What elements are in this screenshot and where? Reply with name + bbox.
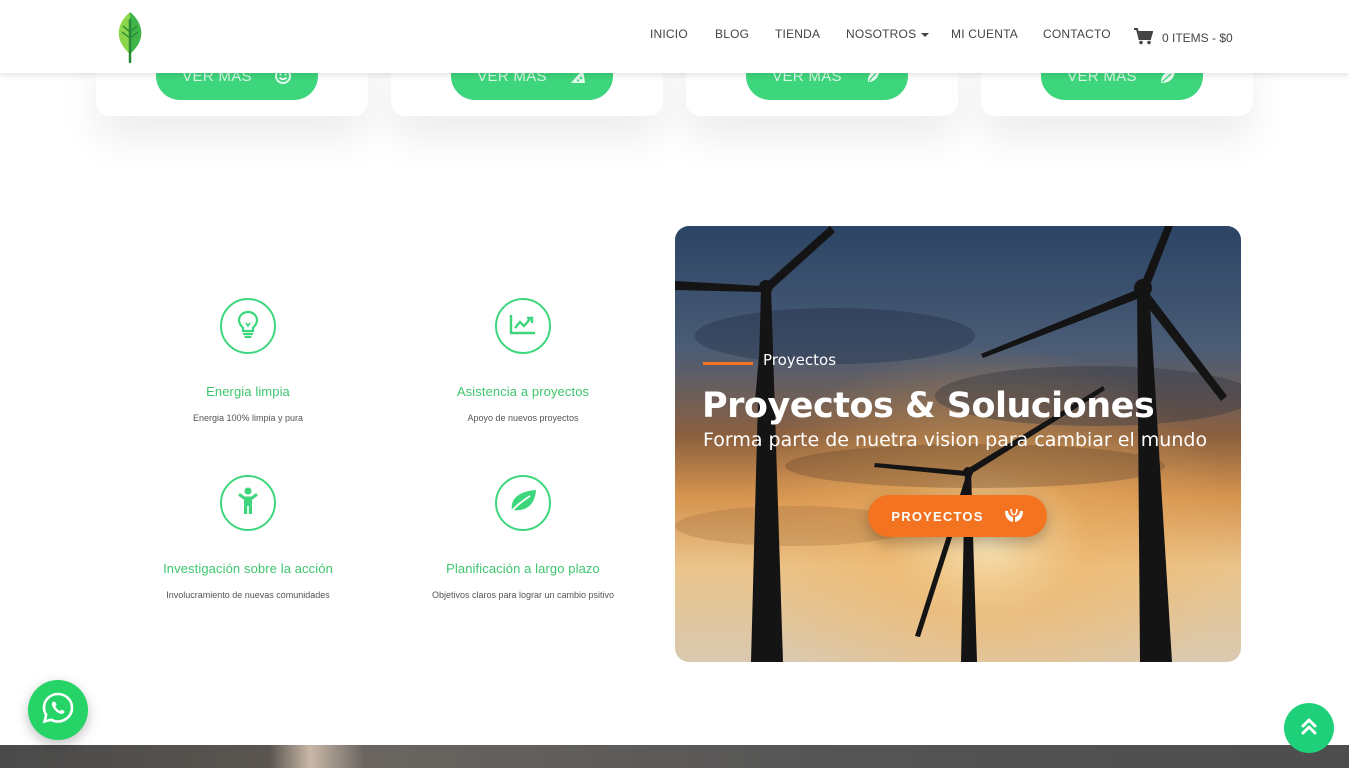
lightbulb-icon xyxy=(236,310,260,343)
nav-tienda[interactable]: TIENDA xyxy=(775,27,820,41)
leaf-icon xyxy=(508,488,538,519)
chart-line-icon xyxy=(509,313,537,340)
nav-nosotros[interactable]: NOSOTROS xyxy=(846,27,930,41)
cart-link[interactable]: 0 ITEMS - $0 xyxy=(1134,28,1233,48)
feature-item: Energia limpia Energia 100% limpia y pur… xyxy=(108,298,388,423)
site-header: INICIO BLOG TIENDA NOSOTROS MI CUENTA CO… xyxy=(0,0,1349,73)
feature-item: Asistencia a proyectos Apoyo de nuevos p… xyxy=(383,298,663,423)
eyebrow-divider xyxy=(703,362,753,365)
whatsapp-button[interactable] xyxy=(28,680,88,740)
feature-description: Objetivos claros para lograr un cambio p… xyxy=(431,590,615,600)
feature-description: Involucramiento de nuevas comunidades xyxy=(166,590,330,600)
feature-icon-circle xyxy=(495,298,551,354)
hero-subtitle: Forma parte de nuetra vision para cambia… xyxy=(703,429,1208,451)
hero-title: Proyectos & Soluciones xyxy=(702,386,1155,426)
feature-description: Energia 100% limpia y pura xyxy=(192,413,304,423)
scroll-to-top-button[interactable] xyxy=(1284,703,1334,753)
feature-description: Apoyo de nuevos proyectos xyxy=(467,413,579,423)
whatsapp-icon xyxy=(40,690,76,731)
nav-mi-cuenta[interactable]: MI CUENTA xyxy=(951,27,1018,41)
feature-icon-circle xyxy=(220,475,276,531)
caret-down-icon xyxy=(921,32,930,37)
double-chevron-up-icon xyxy=(1300,716,1318,741)
feature-title: Energia limpia xyxy=(206,384,290,399)
cart-summary: 0 ITEMS - $0 xyxy=(1162,31,1233,45)
hands-icon xyxy=(1004,507,1024,526)
cart-icon xyxy=(1134,28,1154,48)
feature-icon-circle xyxy=(220,298,276,354)
feature-item: Investigación sobre la acción Involucram… xyxy=(108,475,388,600)
feature-title: Investigación sobre la acción xyxy=(163,561,333,576)
nav-contacto[interactable]: CONTACTO xyxy=(1043,27,1111,41)
feature-title: Planificación a largo plazo xyxy=(446,561,600,576)
footer-image-strip xyxy=(0,745,1349,768)
projects-hero: Proyectos Proyectos & Soluciones Forma p… xyxy=(675,226,1241,662)
feature-title: Asistencia a proyectos xyxy=(456,384,590,399)
proyectos-button-label: PROYECTOS xyxy=(891,508,984,524)
child-icon xyxy=(237,487,259,520)
feature-item: Planificación a largo plazo Objetivos cl… xyxy=(383,475,663,600)
nav-blog[interactable]: BLOG xyxy=(715,27,749,41)
leaf-logo-icon[interactable] xyxy=(112,10,148,64)
feature-icon-circle xyxy=(495,475,551,531)
nav-nosotros-label: NOSOTROS xyxy=(846,27,917,41)
hero-eyebrow: Proyectos xyxy=(763,351,837,369)
proyectos-button[interactable]: PROYECTOS xyxy=(868,495,1047,537)
nav-inicio[interactable]: INICIO xyxy=(650,27,688,41)
